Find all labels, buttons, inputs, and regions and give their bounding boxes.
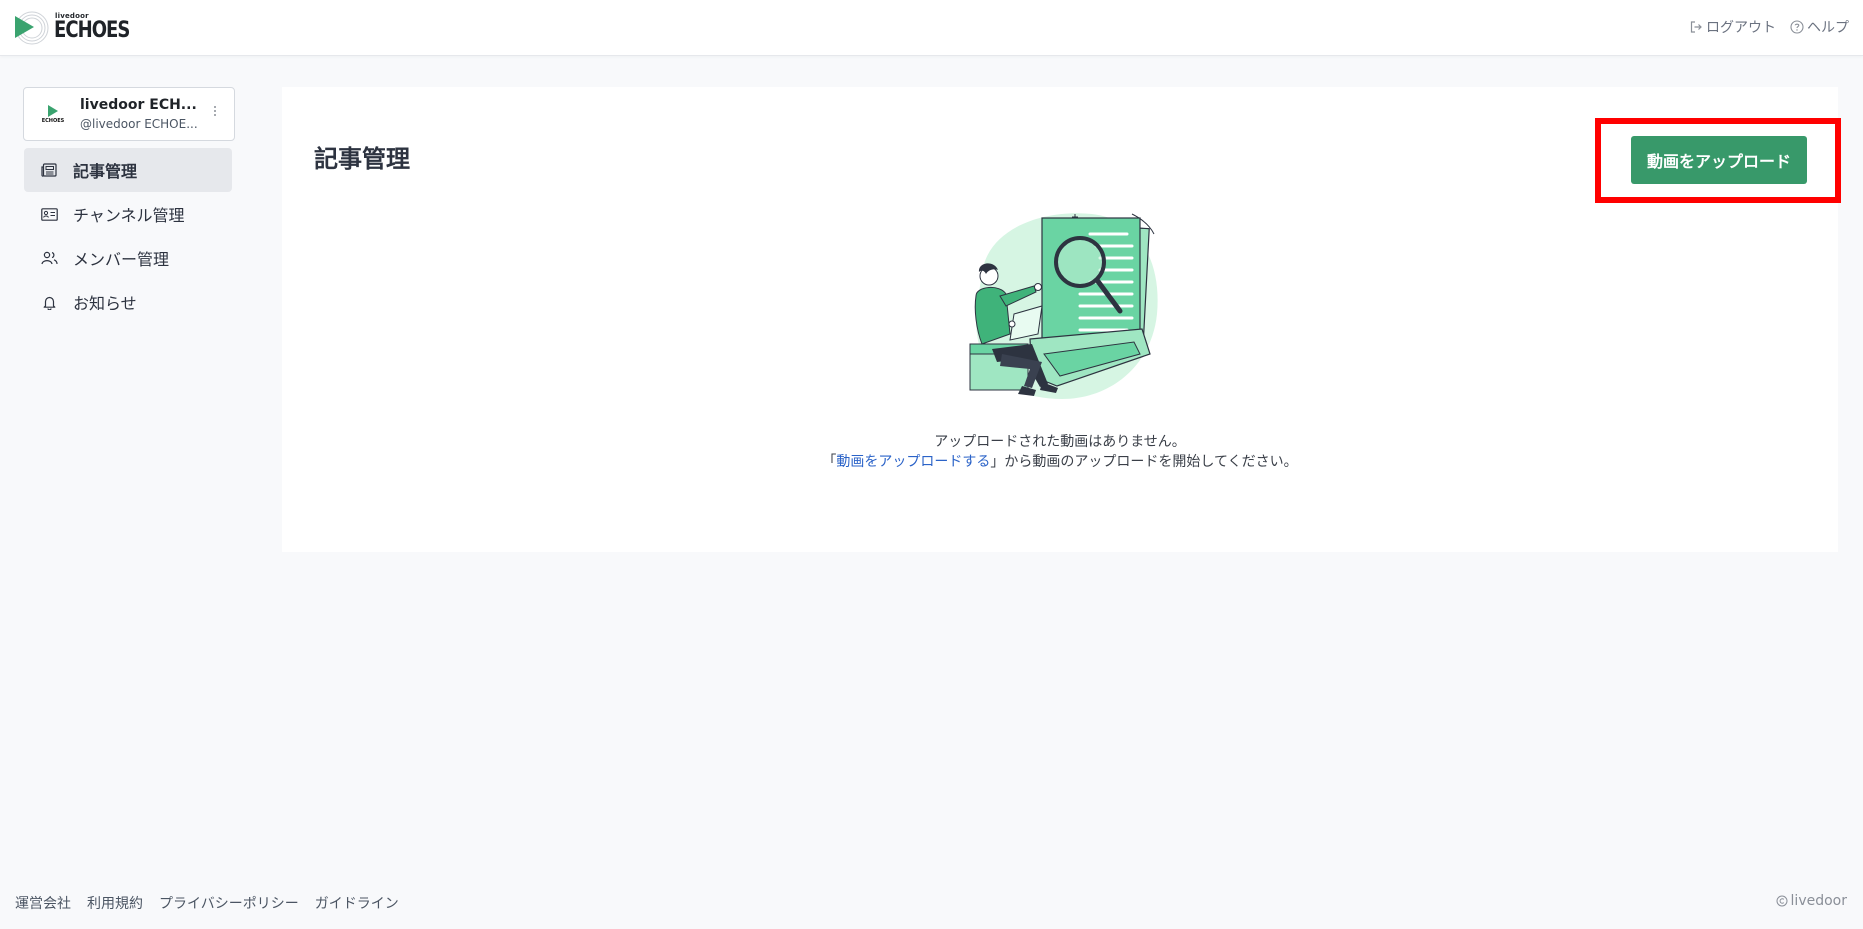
sidebar-nav: 記事管理 チャンネル管理 メンバー管理 お知らせ (24, 148, 232, 324)
main-content-card: 記事管理 動画をアップロード アップロードされた動画はありません。 「動画をアッ… (282, 87, 1841, 552)
sidebar-item-label: メンバー管理 (73, 250, 170, 269)
logo-big-text: ECHOES (54, 18, 130, 43)
footer-link-terms[interactable]: 利用規約 (87, 893, 143, 913)
sidebar-item-channel[interactable]: チャンネル管理 (24, 192, 232, 236)
upload-video-button[interactable]: 動画をアップロード (1631, 136, 1807, 184)
account-handle: @livedoor ECHOE... (80, 117, 198, 131)
avatar: ECHOES (38, 99, 68, 129)
footer-link-guidelines[interactable]: ガイドライン (315, 893, 399, 913)
sidebar-item-label: 記事管理 (73, 162, 138, 181)
help-link[interactable]: ヘルプ (1790, 17, 1849, 37)
copyright: livedoor (1776, 893, 1847, 909)
logout-label: ログアウト (1706, 20, 1776, 36)
account-name: livedoor ECH... (80, 97, 197, 113)
sidebar-item-articles[interactable]: 記事管理 (24, 148, 232, 192)
help-circle-icon (1790, 20, 1804, 34)
users-icon (40, 249, 58, 267)
quote-open: 「 (822, 454, 837, 470)
echoes-logo[interactable]: livedoor ECHOES (14, 10, 130, 46)
id-card-icon (40, 205, 58, 223)
avatar-text: ECHOES (41, 117, 65, 124)
sidebar-item-notices[interactable]: お知らせ (24, 280, 232, 324)
page-title: 記事管理 (314, 145, 410, 173)
more-vertical-icon[interactable] (214, 102, 216, 116)
top-header: livedoor ECHOES ログアウト ヘルプ (0, 0, 1863, 56)
empty-state-illustration (962, 204, 1162, 408)
empty-state-line2: 「動画をアップロードする」から動画のアップロードを開始してください。 (282, 452, 1838, 472)
footer-link-company[interactable]: 運営会社 (15, 893, 71, 913)
account-switcher[interactable]: ECHOES livedoor ECH... @livedoor ECHOE..… (23, 87, 235, 141)
play-logo-icon (15, 11, 49, 45)
play-icon (48, 104, 58, 117)
sidebar-item-label: チャンネル管理 (73, 206, 185, 225)
copyright-icon (1776, 895, 1788, 907)
logout-link[interactable]: ログアウト (1689, 17, 1776, 37)
footer-link-privacy[interactable]: プライバシーポリシー (159, 893, 299, 913)
footer-links: 運営会社 利用規約 プライバシーポリシー ガイドライン (15, 893, 399, 913)
logout-icon (1690, 21, 1702, 33)
newspaper-icon (40, 161, 58, 179)
sidebar-item-label: お知らせ (73, 294, 137, 313)
empty-state-line1: アップロードされた動画はありません。 (934, 434, 1186, 450)
help-label: ヘルプ (1807, 20, 1849, 36)
empty-state-message: アップロードされた動画はありません。 「動画をアップロードする」から動画のアップ… (282, 432, 1838, 472)
upload-video-link[interactable]: 動画をアップロードする (836, 454, 990, 470)
copyright-text: livedoor (1790, 893, 1847, 909)
sidebar-item-members[interactable]: メンバー管理 (24, 236, 232, 280)
empty-state-line2-rest: 」から動画のアップロードを開始してください。 (990, 454, 1298, 470)
bell-icon (40, 293, 58, 311)
